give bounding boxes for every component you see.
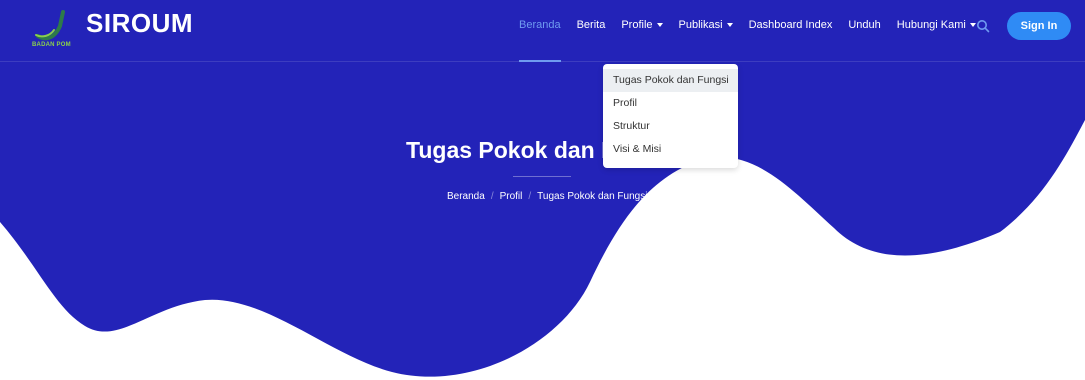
caret-down-icon	[726, 23, 733, 27]
breadcrumb: Beranda / Profil / Tugas Pokok dan Fungs…	[447, 191, 647, 202]
nav-menu: Beranda Berita Profile Publikasi Dashboa…	[519, 19, 992, 62]
nav-item-profile[interactable]: Profile	[621, 19, 663, 31]
brand-name: SIROUM	[86, 8, 193, 38]
search-icon[interactable]	[976, 19, 990, 33]
nav-item-hubungi-kami[interactable]: Hubungi Kami	[897, 19, 976, 31]
dropdown-item-struktur[interactable]: Struktur	[603, 115, 738, 138]
nav-item-berita[interactable]: Berita	[577, 19, 606, 31]
sign-in-button[interactable]: Sign In	[1007, 12, 1071, 40]
logo: BADAN POM	[30, 6, 76, 52]
title-divider	[513, 176, 571, 177]
nav-label: Hubungi Kami	[896, 19, 966, 31]
breadcrumb-item-current: Tugas Pokok dan Fungsi	[537, 191, 648, 202]
caret-down-icon	[969, 23, 976, 27]
breadcrumb-separator: /	[528, 191, 532, 202]
nav-label: Publikasi	[678, 19, 723, 31]
nav-item-publikasi[interactable]: Publikasi	[679, 19, 733, 31]
nav-item-unduh[interactable]: Unduh	[848, 19, 880, 31]
page: BADAN POM SIROUM Beranda Berita Profile …	[0, 0, 1085, 380]
dropdown-item-tugas-pokok-dan-fungsi[interactable]: Tugas Pokok dan Fungsi	[603, 69, 738, 92]
nav-label: Profile	[621, 19, 653, 31]
navbar: BADAN POM SIROUM Beranda Berita Profile …	[0, 0, 1085, 62]
nav-label: Berita	[576, 19, 606, 31]
nav-label: Unduh	[848, 19, 881, 31]
breadcrumb-separator: /	[490, 191, 494, 202]
breadcrumb-item-profil[interactable]: Profil	[500, 191, 523, 202]
nav-label: Dashboard Index	[748, 19, 833, 31]
breadcrumb-item-beranda[interactable]: Beranda	[447, 191, 485, 202]
logo-text: BADAN POM	[32, 42, 71, 48]
dropdown-item-visi-misi[interactable]: Visi & Misi	[603, 138, 738, 161]
caret-down-icon	[656, 23, 663, 27]
dropdown-item-profil[interactable]: Profil	[603, 92, 738, 115]
nav-item-beranda[interactable]: Beranda	[519, 19, 561, 62]
brand[interactable]: BADAN POM SIROUM	[30, 6, 193, 54]
profile-dropdown-menu: Tugas Pokok dan Fungsi Profil Struktur V…	[603, 64, 738, 168]
nav-label: Beranda	[519, 19, 561, 31]
nav-item-dashboard-index[interactable]: Dashboard Index	[749, 19, 833, 31]
